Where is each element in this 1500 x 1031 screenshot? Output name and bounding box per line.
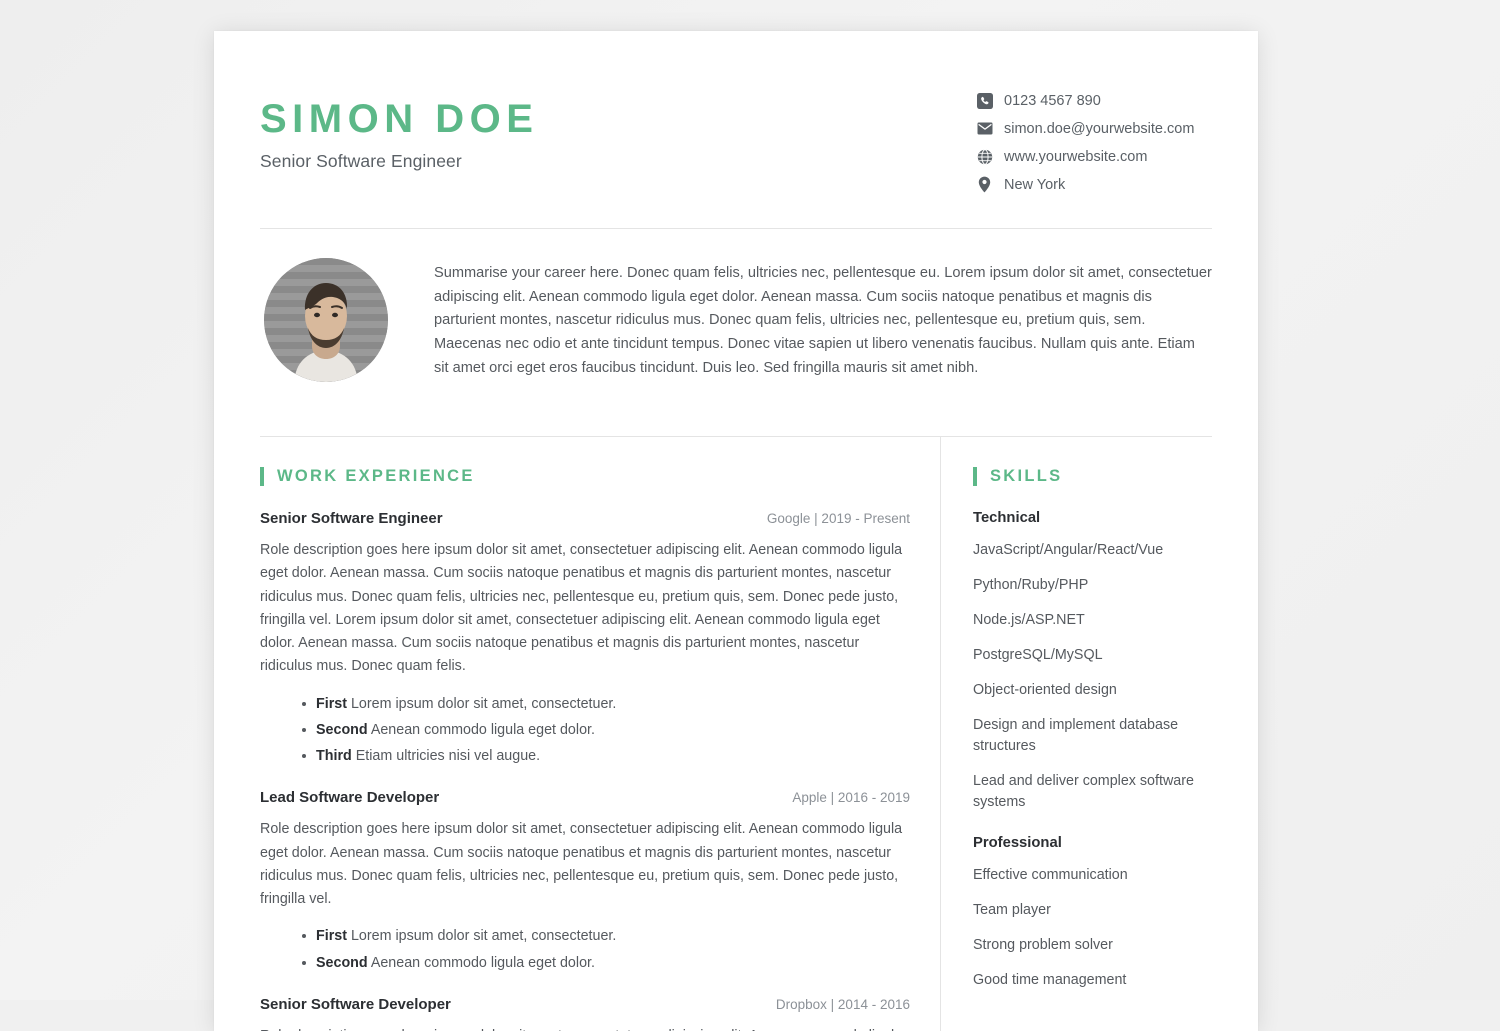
job-description: Role description goes here ipsum dolor s… (260, 1025, 910, 1031)
candidate-job-title: Senior Software Engineer (260, 151, 462, 171)
location-pin-icon (976, 176, 993, 193)
resume-header: SIMON DOE Senior Software Engineer 0123 … (260, 31, 1212, 204)
bullet-rest: Lorem ipsum dolor sit amet, consectetuer… (346, 928, 617, 945)
phone-icon (976, 92, 993, 109)
contact-item-phone[interactable]: 0123 4567 890 (976, 92, 1212, 109)
heading-accent-bar (973, 467, 977, 486)
job-topline: Lead Software Developer Apple | 2016 - 2… (260, 789, 910, 806)
skill-item: PostgreSQL/MySQL (973, 647, 1103, 664)
work-experience-column: WORK EXPERIENCE Senior Software Engineer… (260, 437, 940, 1031)
summary-section: Summarise your career here. Donec quam f… (260, 229, 1212, 412)
contact-location-text: New York (1004, 176, 1066, 193)
bullet-rest: Aenean commodo ligula eget dolor. (367, 954, 595, 971)
contact-item-email[interactable]: simon.doe@yourwebsite.com (976, 120, 1212, 137)
skills-heading: SKILLS (973, 467, 1212, 486)
skill-item: Lead and deliver complex software system… (973, 773, 1194, 811)
job-bullet: First Lorem ipsum dolor sit amet, consec… (302, 693, 910, 715)
envelope-icon (976, 120, 993, 137)
skill-item: JavaScript/Angular/React/Vue (973, 542, 1164, 558)
job-bullet: First Lorem ipsum dolor sit amet, consec… (302, 925, 910, 947)
job-bullet: Third Etiam ultricies nisi vel augue. (302, 745, 910, 767)
bullet-lead: Second (316, 954, 368, 971)
job-bullet-list: First Lorem ipsum dolor sit amet, consec… (260, 925, 910, 973)
job-role: Lead Software Developer (260, 789, 440, 807)
skill-item: Node.js/ASP.NET (973, 612, 1085, 629)
bullet-rest: Aenean commodo ligula eget dolor. (367, 721, 595, 738)
candidate-name: SIMON DOE (260, 97, 539, 141)
work-experience-heading: WORK EXPERIENCE (260, 467, 910, 486)
bullet-lead: Third (316, 748, 352, 765)
job-meta: Apple | 2016 - 2019 (792, 790, 910, 806)
bullet-lead: Second (316, 721, 368, 738)
bullet-rest: Etiam ultricies nisi vel augue. (351, 748, 541, 765)
skill-group-title-technical: Technical (973, 510, 1041, 526)
job-bullet-list: First Lorem ipsum dolor sit amet, consec… (260, 693, 910, 767)
globe-icon (976, 148, 993, 165)
job-role: Senior Software Developer (260, 995, 451, 1013)
heading-accent-bar (260, 467, 264, 486)
skill-item: Object-oriented design (973, 682, 1117, 699)
job-description: Role description goes here ipsum dolor s… (260, 821, 903, 908)
job-entry: Senior Software Developer Dropbox | 2014… (260, 996, 910, 1031)
work-experience-heading-text: WORK EXPERIENCE (277, 467, 475, 485)
skill-group-title-professional: Professional (973, 835, 1062, 852)
resume-body: WORK EXPERIENCE Senior Software Engineer… (260, 437, 1212, 1031)
bullet-lead: First (316, 695, 347, 712)
contact-list: 0123 4567 890 simon.doe@yourwebsite.com … (976, 87, 1212, 204)
contact-phone-text: 0123 4567 890 (1004, 92, 1101, 109)
job-bullet: Second Aenean commodo ligula eget dolor. (302, 952, 910, 974)
job-description: Role description goes here ipsum dolor s… (260, 542, 903, 675)
skill-list-professional: Effective communication Team player Stro… (973, 865, 1212, 991)
job-topline: Senior Software Engineer Google | 2019 -… (260, 510, 910, 527)
job-bullet: Second Aenean commodo ligula eget dolor. (302, 719, 910, 741)
skill-item: Python/Ruby/PHP (973, 577, 1089, 594)
contact-item-website[interactable]: www.yourwebsite.com (976, 148, 1212, 165)
identity-block: SIMON DOE Senior Software Engineer (260, 87, 538, 172)
avatar (264, 258, 388, 382)
skill-list-technical: JavaScript/Angular/React/Vue Python/Ruby… (973, 540, 1212, 813)
contact-email-text: simon.doe@yourwebsite.com (1004, 120, 1195, 137)
job-topline: Senior Software Developer Dropbox | 2014… (260, 996, 910, 1013)
skill-item: Good time management (973, 972, 1127, 989)
contact-website-text: www.yourwebsite.com (1004, 148, 1148, 165)
bullet-rest: Lorem ipsum dolor sit amet, consectetuer… (346, 695, 617, 712)
job-role: Senior Software Engineer (260, 510, 443, 527)
job-meta: Dropbox | 2014 - 2016 (775, 996, 910, 1012)
career-summary: Summarise your career here. Donec quam f… (434, 265, 1212, 376)
contact-item-location[interactable]: New York (976, 176, 1212, 193)
job-entry: Lead Software Developer Apple | 2016 - 2… (260, 789, 910, 974)
resume-document: SIMON DOE Senior Software Engineer 0123 … (214, 31, 1258, 1031)
job-meta: Google | 2019 - Present (766, 511, 910, 526)
bullet-lead: First (316, 928, 347, 945)
job-entry: Senior Software Engineer Google | 2019 -… (260, 510, 910, 767)
skill-item: Effective communication (973, 867, 1128, 884)
skill-item: Design and implement database structures (973, 717, 1179, 755)
skill-item: Strong problem solver (973, 937, 1113, 954)
sidebar-column: SKILLS Technical JavaScript/Angular/Reac… (940, 437, 1212, 1031)
skill-item: Team player (973, 902, 1051, 919)
skills-heading-text: SKILLS (990, 467, 1063, 485)
